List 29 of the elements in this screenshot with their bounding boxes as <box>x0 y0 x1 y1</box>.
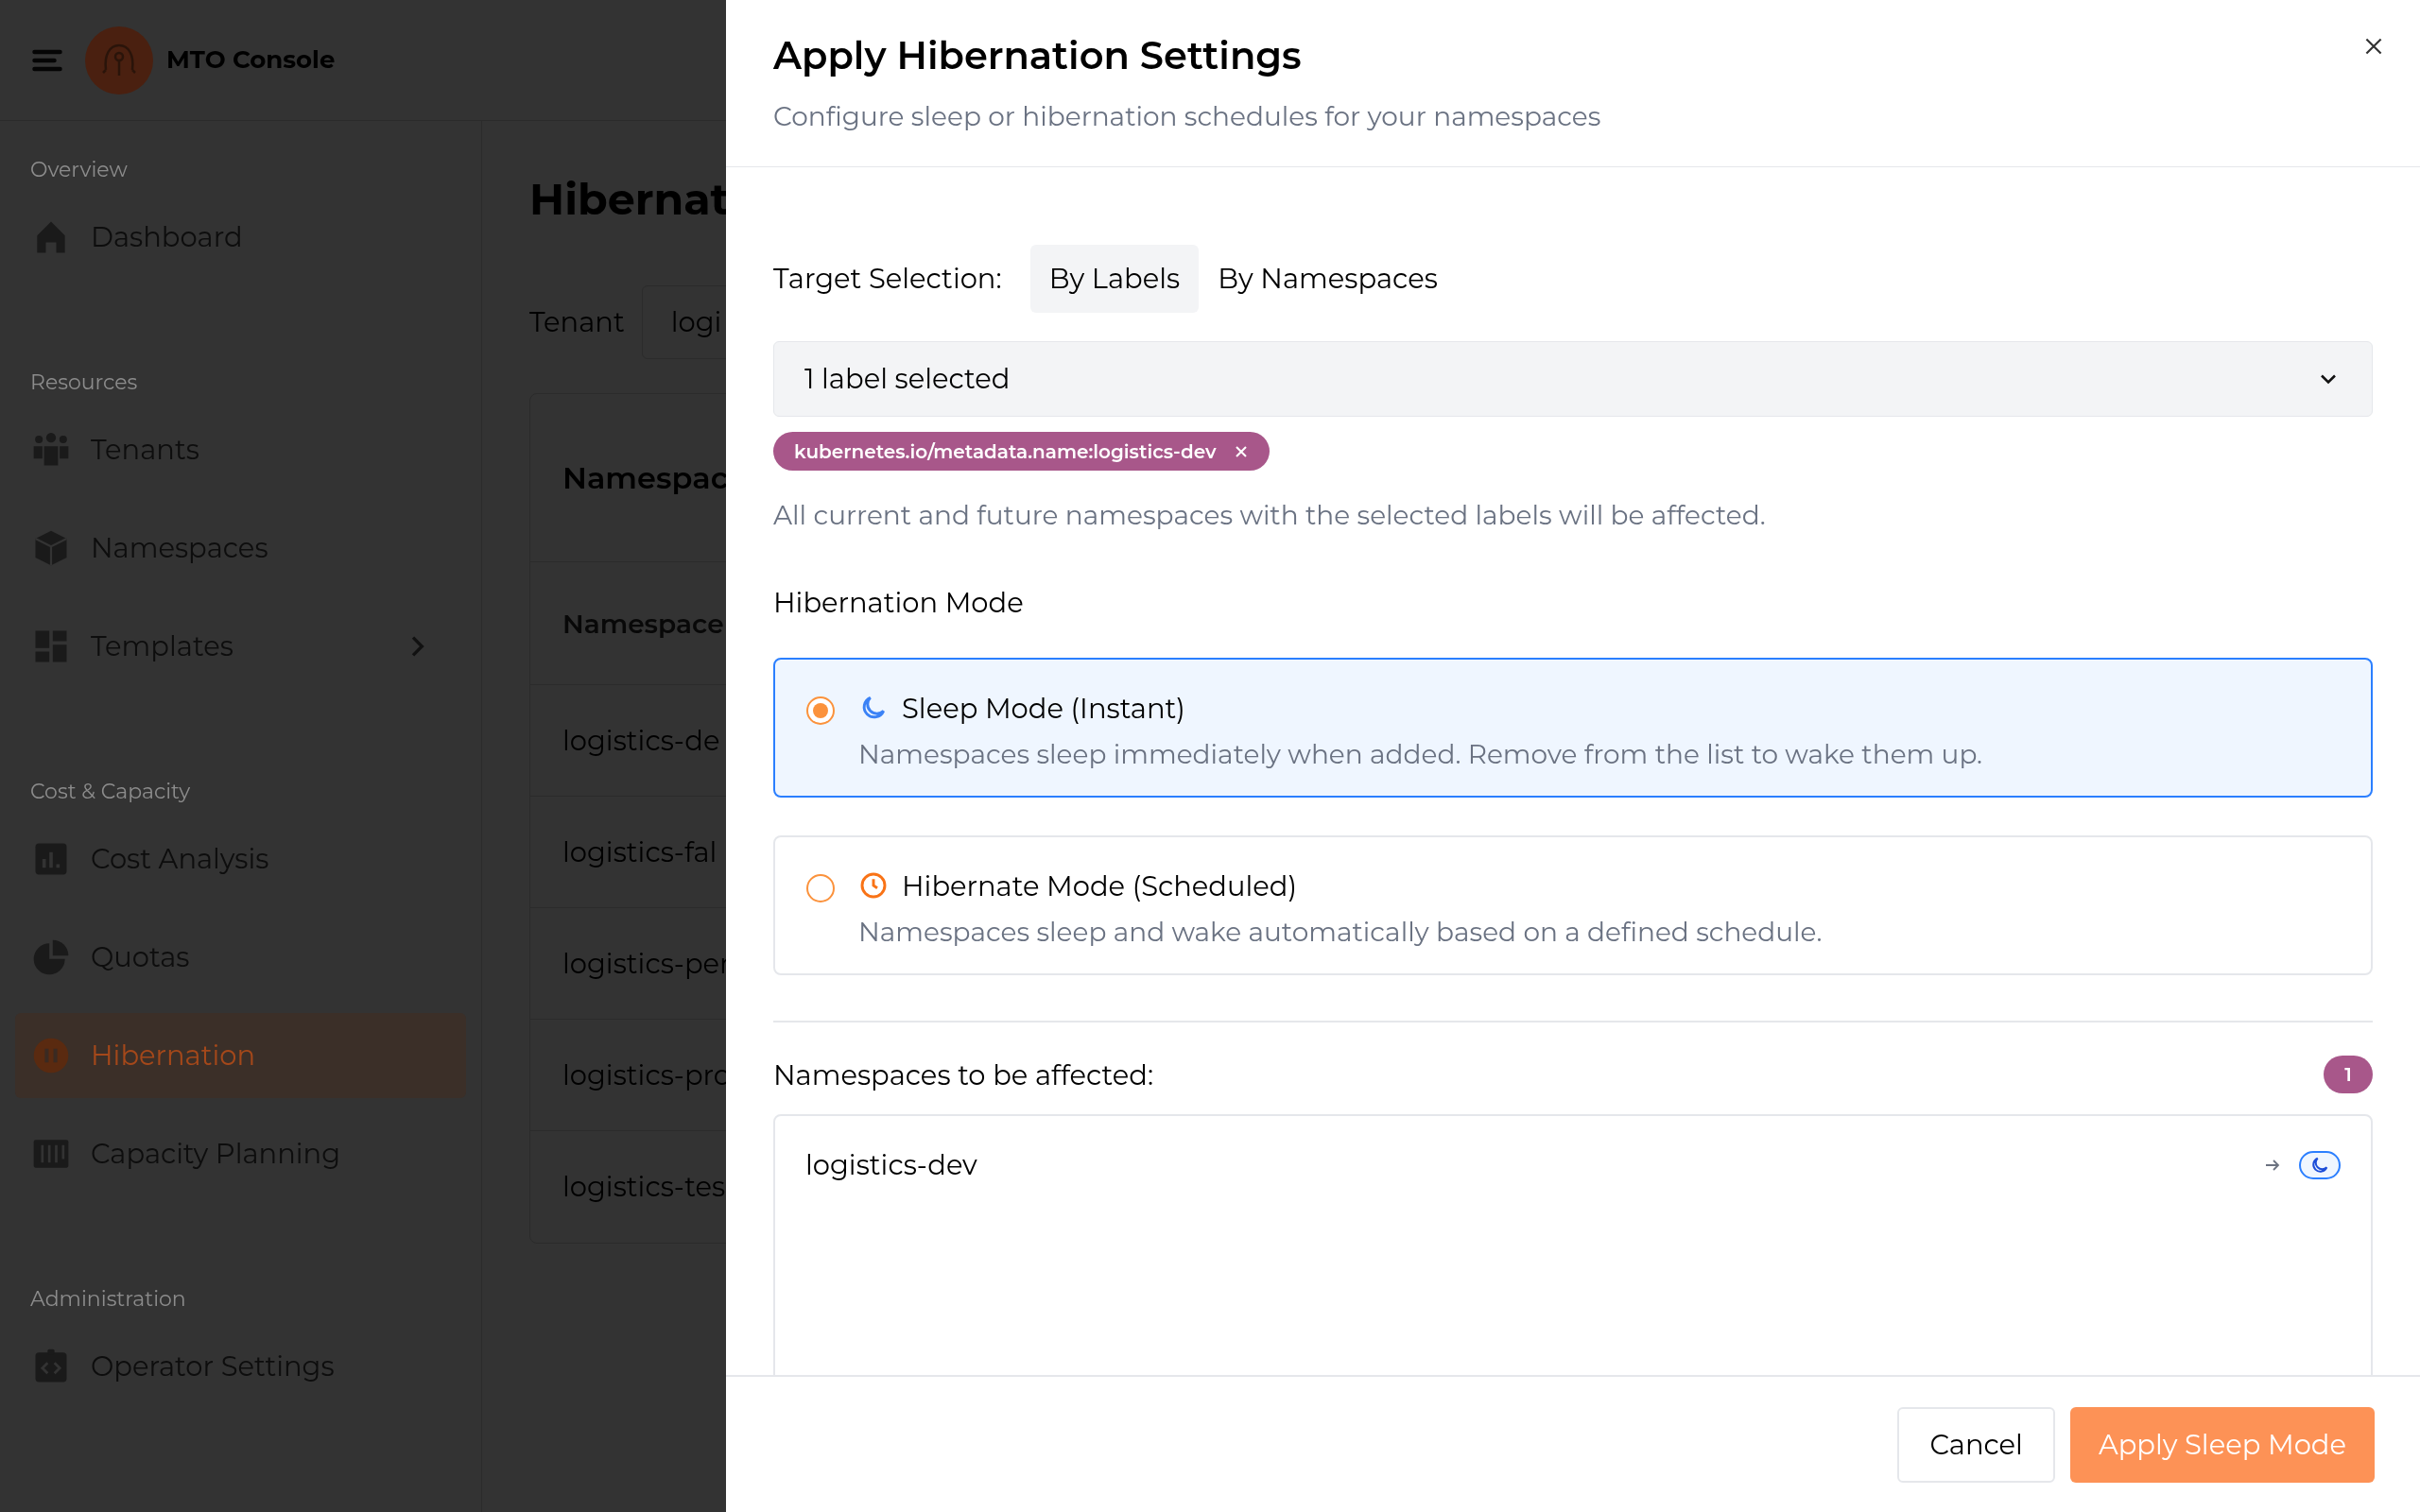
section-heading: Administration <box>29 1288 187 1311</box>
section-heading: Resources <box>29 371 139 394</box>
dialog-subtitle: Configure sleep or hibernation schedules for your namespaces <box>773 99 1602 134</box>
logo-icon <box>85 26 153 94</box>
apply-button[interactable]: Apply Sleep Mode <box>2069 1406 2375 1483</box>
option-description: Namespaces sleep immediately when added. Remove from the list to wake them up. <box>858 737 1982 772</box>
dialog-title: Apply Hibernation Settings <box>773 32 1303 79</box>
section-heading: Cost & Capacity <box>29 781 192 803</box>
cancel-button[interactable]: Cancel <box>1897 1406 2055 1483</box>
section-label: Namespaces to be affected: <box>773 1057 1155 1093</box>
mode-option[interactable]: Sleep Mode (Instant) Namespaces sleep immediately when added. Remove from the list to wake them up. <box>773 657 2373 798</box>
option-title: Hibernate Mode (Scheduled) <box>902 868 1297 904</box>
option-title: Sleep Mode (Instant) <box>902 690 1185 727</box>
mode-option[interactable]: Hibernate Mode (Scheduled) Namespaces sleep and wake automatically based on a defined schedule. <box>773 834 2373 975</box>
label-dropdown[interactable]: 1 label selected <box>773 341 2373 417</box>
count-badge: 1 <box>2324 1056 2373 1094</box>
tag-label: kubernetes.io/metadata.name:logistics-dev <box>794 438 1217 465</box>
sidebar-item[interactable]: Hibernation <box>15 1013 466 1098</box>
option-description: Namespaces sleep and wake automatically based on a defined schedule. <box>858 915 1823 950</box>
dropdown-value: 1 label selected <box>804 361 1011 398</box>
help-text: All current and future namespaces with the selected labels will be affected. <box>773 498 1767 533</box>
section-heading: Overview <box>29 159 129 181</box>
radio-button <box>805 872 836 903</box>
namespace-name: logistics-dev <box>805 1147 978 1183</box>
radio-button <box>805 695 836 726</box>
sidebar-label: Hibernation <box>91 1038 257 1074</box>
target-tab[interactable]: By Labels <box>1029 245 1200 313</box>
target-label: Target Selection: <box>773 261 1002 298</box>
section-label: Hibernation Mode <box>773 585 1025 621</box>
